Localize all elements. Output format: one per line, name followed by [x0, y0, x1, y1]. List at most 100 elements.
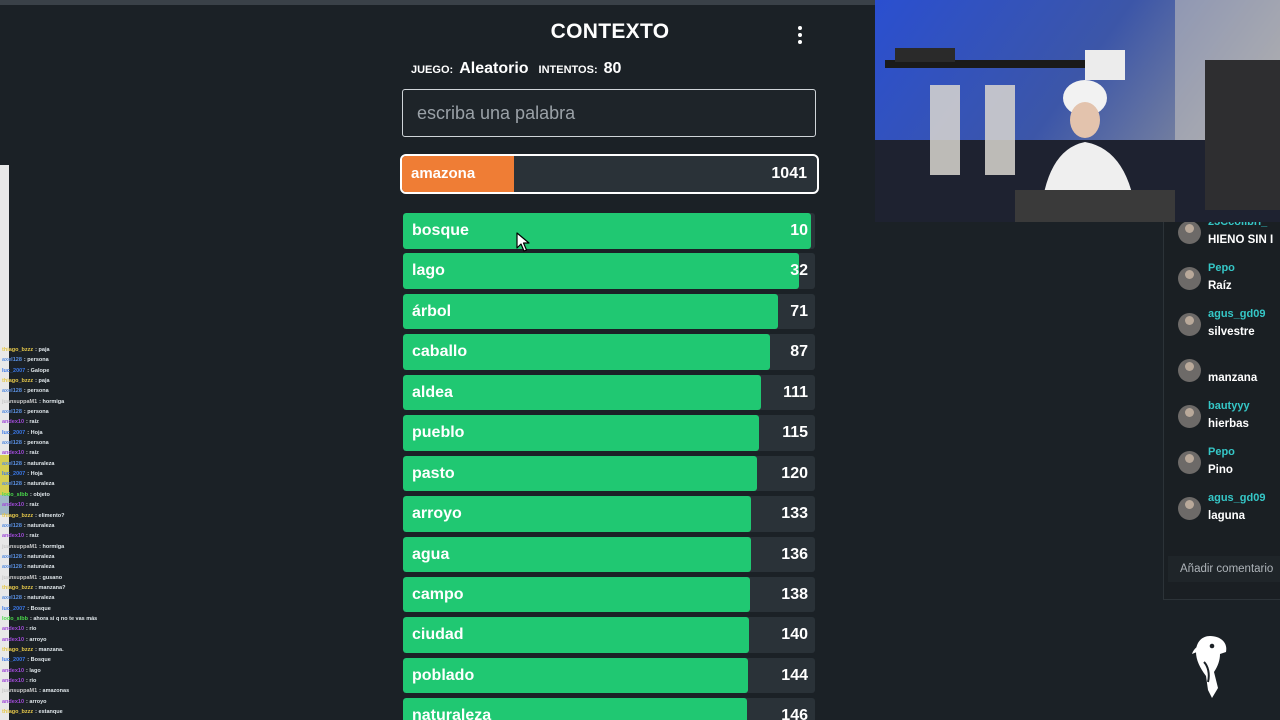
overlay-chat-user: axel128 [2, 553, 22, 560]
guess-word: pueblo [412, 424, 465, 442]
avatar [1178, 405, 1201, 428]
overlay-chat-user: axel128 [2, 481, 22, 488]
overlay-chat-user: juansuppaM1 [2, 398, 38, 405]
guess-word: bosque [412, 222, 469, 239]
overlay-chat-line: luc_2007: Hoja [2, 469, 142, 479]
game-value: Aleatorio [459, 60, 529, 77]
overlay-chat-text: naturaleza [27, 564, 55, 571]
overlay-chat-text: río [29, 626, 37, 633]
overlay-chat-user: thiago_bzzz [2, 512, 34, 519]
overlay-chat-user: thiago_bzzz [2, 584, 34, 591]
guess-rank: 133 [781, 505, 808, 523]
attempts-label: INTENTOS: [538, 64, 598, 76]
overlay-chat-text: Hoja [30, 429, 43, 436]
overlay-chat-line: axel128: persona [2, 407, 142, 417]
chat-text: Pino [1208, 464, 1233, 476]
overlay-chat-text: lago [29, 667, 41, 674]
overlay-chat-user: juansuppaM1 [2, 543, 38, 550]
chat-message: bautyyy hierbas [1178, 400, 1280, 440]
guess-bar [403, 374, 762, 411]
toucan-logo-icon [1192, 636, 1227, 698]
overlay-chat-user: andex10 [2, 450, 25, 457]
guess-rank: 10 [790, 222, 808, 239]
overlay-chat-line: thiago_bzzz: estanque [2, 707, 142, 717]
chat-text: manzana [1208, 372, 1258, 384]
overlay-chat-line: thiago_bzzz: manzana. [2, 645, 142, 655]
guess-row: pasto 120 [403, 455, 815, 492]
overlay-chat-user: luc_2007 [2, 429, 26, 436]
guess-rank: 138 [781, 585, 808, 603]
overlay-chat-text: persona [27, 357, 49, 364]
avatar [1178, 267, 1201, 290]
guess-word: arroyo [412, 505, 462, 523]
overlay-chat-text: raíz [29, 502, 39, 509]
chat-username: Pepo [1208, 262, 1235, 274]
overlay-chat-text: paja [38, 378, 50, 385]
guess-row: naturaleza 146 [403, 698, 815, 720]
guess-rank: 136 [781, 545, 808, 563]
guess-word: poblado [412, 666, 475, 684]
overlay-chat-text: Bosque [30, 657, 51, 664]
overlay-chat-text: Galope [30, 367, 50, 374]
overlay-chat-user: juansuppaM1 [2, 574, 38, 581]
guess-bar [403, 293, 778, 330]
game-label: JUEGO: [411, 64, 454, 76]
word-input[interactable] [402, 89, 816, 137]
overlay-chat-text: Hoja [30, 471, 43, 478]
overlay-chat-text: gusano [42, 574, 63, 581]
overlay-chat-user: andex10 [2, 533, 25, 540]
game-title: CONTEXTO [550, 20, 670, 43]
avatar [1178, 451, 1201, 474]
overlay-chat-line: juansuppaM1: gusano [2, 573, 142, 583]
avatar [1178, 222, 1201, 244]
overlay-chat-line: axel128: naturaleza [2, 459, 142, 469]
guess-word: árbol [412, 302, 452, 320]
current-guess-row: amazona 1041 [400, 154, 819, 194]
overlay-chat-line: juansuppaM1: hormiga [2, 397, 142, 407]
chat-text: hierbas [1208, 418, 1249, 430]
avatar [1178, 359, 1201, 382]
overlay-chat-line: axel128: naturaleza [2, 552, 142, 562]
overlay-chat-line: thiago_bzzz: elimento? [2, 511, 142, 521]
guess-rank: 71 [790, 302, 808, 320]
guess-rank: 115 [782, 424, 808, 442]
guess-row: árbol 71 [403, 293, 815, 330]
kebab-menu-icon[interactable] [792, 24, 808, 46]
guess-row: pueblo 115 [403, 415, 815, 451]
guess-row: caballo 87 [403, 334, 815, 370]
overlay-chat-text: persona [27, 440, 49, 447]
overlay-chat-user: axel128 [2, 409, 22, 416]
overlay-chat-user: luc_2007 [2, 605, 26, 612]
chat-message: agus_gd09 laguna [1178, 492, 1280, 532]
guess-word: lago [412, 262, 445, 280]
overlay-chat-line: luc_2007: Bosque [2, 604, 142, 614]
overlay-chat-user: lodo_slbb [2, 615, 28, 622]
chat-username: Pepo [1208, 446, 1235, 458]
overlay-chat-line: axel128: persona [2, 386, 142, 396]
overlay-chat-text: manzana? [38, 584, 66, 591]
guess-row: bosque 10 [403, 213, 815, 249]
guess-rank: 32 [790, 262, 808, 280]
overlay-chat-text: naturaleza [27, 553, 55, 560]
overlay-chat-line: axel128: naturaleza [2, 479, 142, 489]
guess-rank: 111 [783, 383, 808, 401]
chat-message: Pepo Pino [1178, 446, 1280, 486]
overlay-chat-line: andex10: lago [2, 666, 142, 676]
comment-input[interactable] [1168, 556, 1280, 582]
overlay-chat-text: ahora si q no te vas más [33, 615, 98, 622]
overlay-chat-line: andex10: río [2, 624, 142, 634]
guess-row: ciudad 140 [403, 617, 815, 653]
overlay-chat-line: axel128: persona [2, 438, 142, 448]
guess-word: pasto [412, 464, 455, 482]
guess-rank: 120 [781, 464, 808, 482]
overlay-chat-line: andex10: raíz [2, 417, 142, 427]
current-guess-rank: 1041 [771, 165, 807, 182]
overlay-chat-line: thiago_bzzz: paja [2, 345, 142, 355]
overlay-chat-user: luc_2007 [2, 471, 26, 478]
overlay-chat-text: arroyo [29, 636, 47, 643]
overlay-chat-user: thiago_bzzz [2, 646, 34, 653]
guess-row: campo 138 [403, 576, 815, 613]
overlay-chat-text: raíz [29, 419, 39, 426]
guess-row: lago 32 [403, 253, 815, 289]
overlay-chat-user: thiago_bzzz [2, 709, 34, 716]
